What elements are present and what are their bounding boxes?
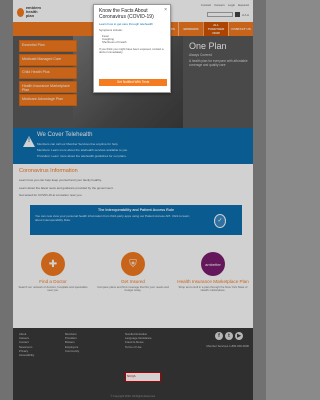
coronavirus-modal: × Know the Facts About Coronavirus (COVI…	[93, 4, 171, 93]
modal-link[interactable]: Learn how to get care through telehealth	[99, 22, 165, 26]
modal-intro: Symptoms include:	[99, 28, 123, 33]
list-item: Shortness of breath	[102, 40, 127, 45]
modal-note: If you think you might have been exposed…	[99, 46, 164, 55]
get-notified-button[interactable]: Get Notified With Texts	[99, 79, 167, 86]
close-icon[interactable]: ×	[164, 7, 167, 13]
symptom-list: Fever Coughing Shortness of breath	[99, 34, 165, 45]
modal-title: Know the Facts About Coronavirus (COVID-…	[99, 8, 154, 20]
